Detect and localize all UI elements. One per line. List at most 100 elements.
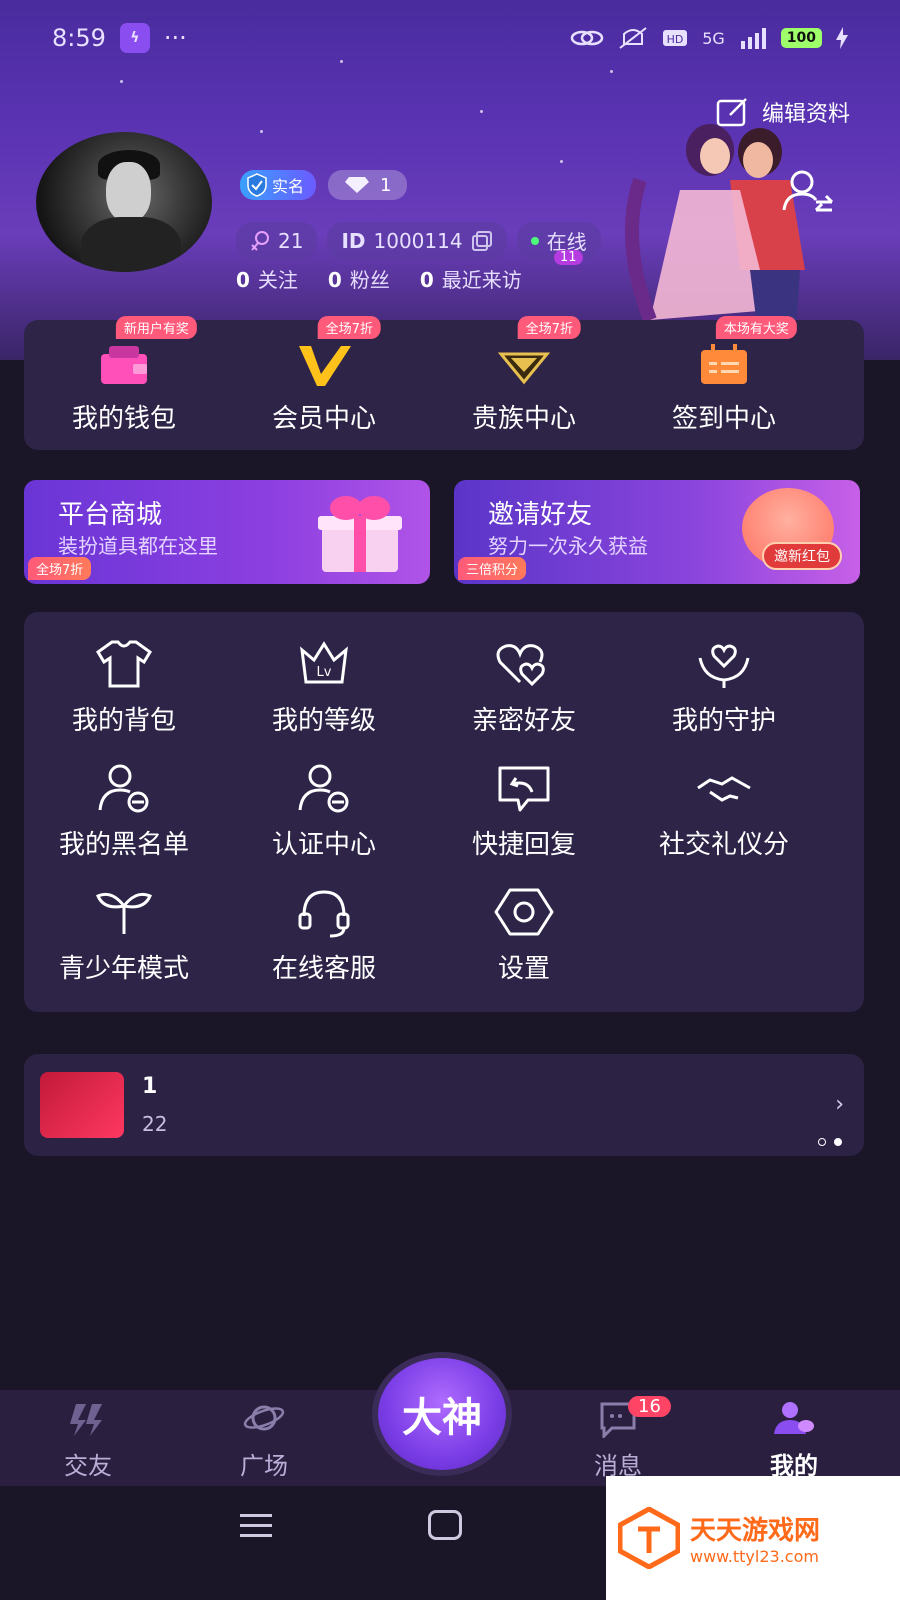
grid-item-quick-reply[interactable]: 快捷回复 (424, 762, 624, 886)
gift-box-icon (318, 496, 402, 572)
grid-item-backpack[interactable]: 我的背包 (24, 638, 224, 762)
id-value: 1000114 (373, 228, 463, 253)
home-icon[interactable] (428, 1510, 462, 1540)
wallet-promo-tag: 新用户有奖 (115, 316, 197, 339)
level-crown-icon: Lv (300, 641, 348, 684)
real-name-badge: 实名 (240, 170, 317, 200)
vip-v-icon (299, 346, 351, 386)
center-god-button[interactable]: 大神 (372, 1352, 512, 1476)
headset-icon (298, 890, 350, 938)
gender-female-icon (251, 230, 269, 251)
noble-center-label: 贵族中心 (471, 404, 576, 434)
mall-discount-tag: 全场7折 (28, 557, 92, 580)
vip-center-label: 会员中心 (271, 404, 376, 434)
planet-icon (243, 1405, 285, 1431)
features-grid-card: 我的背包 Lv 我的等级 亲密好友 我的守护 我的黑名单 认证中心 快捷回复 社… (24, 612, 864, 1012)
avatar[interactable] (36, 132, 212, 272)
grid-item-teen-mode[interactable]: 青少年模式 (24, 886, 224, 1010)
menu-icon[interactable] (238, 1512, 274, 1540)
svg-text:HD: HD (667, 33, 684, 46)
watermark-title: 天天游戏网 (690, 1516, 821, 1546)
chevron-right-icon[interactable]: › (835, 1092, 844, 1117)
grid-item-customer-service[interactable]: 在线客服 (224, 886, 424, 1010)
grid-item-level[interactable]: Lv 我的等级 (224, 638, 424, 762)
shield-check-icon (247, 173, 267, 197)
hd-icon: HD (663, 30, 688, 46)
grid-item-social-etiquette[interactable]: 社交礼仪分 (624, 762, 824, 886)
link-icon (570, 30, 604, 46)
vip-promo-tag: 全场7折 (317, 316, 381, 339)
wallet-label: 我的钱包 (71, 404, 176, 434)
wallet-entry[interactable]: 新用户有奖 我的钱包 (24, 316, 224, 450)
bolt-logo-icon (70, 1404, 102, 1436)
edit-icon (716, 98, 747, 127)
invite-friends-banner[interactable]: 邀请好友 努力一次永久获益 三倍积分 邀新红包 (454, 480, 860, 584)
carousel-dot-active (834, 1138, 842, 1146)
user-id-chip[interactable]: ID 1000114 (327, 222, 507, 259)
visitors-count-badge: 11 (554, 250, 583, 265)
app-notification-icon: ϟ (119, 23, 150, 53)
calendar-icon (701, 344, 747, 384)
stats-row: 0 关注 0 粉丝 0 最近来访 (236, 264, 522, 293)
noble-center-entry[interactable]: 全场7折 贵族中心 (424, 316, 624, 450)
tab-plaza[interactable]: 广场 (204, 1398, 324, 1484)
tab-make-friends[interactable]: 交友 (28, 1398, 148, 1484)
room-banner-card[interactable]: 1 22 › (24, 1054, 864, 1156)
diamond-badge: 1 (328, 170, 408, 200)
wallet-icon (101, 346, 147, 384)
room-name: 1 (142, 1074, 158, 1099)
invite-points-tag: 三倍积分 (458, 557, 527, 580)
shirt-icon (96, 640, 152, 688)
copy-icon[interactable] (471, 230, 493, 252)
mall-banner[interactable]: 平台商城 装扮道具都在这里 全场7折 (24, 480, 430, 584)
mute-icon (619, 27, 647, 49)
handshake-icon (697, 776, 751, 802)
carousel-indicator (818, 1138, 842, 1146)
site-watermark: 天天游戏网 www.ttyl23.com (606, 1476, 900, 1600)
online-dot-icon (530, 236, 539, 245)
grid-item-verification[interactable]: 认证中心 (224, 762, 424, 886)
user-verify-icon (298, 764, 349, 813)
user-block-icon (98, 764, 149, 813)
carousel-dot (818, 1138, 826, 1146)
messages-unread-badge: 16 (628, 1396, 671, 1417)
invite-redpacket-button[interactable]: 邀新红包 (762, 542, 842, 570)
diamond-icon (345, 177, 370, 193)
mall-subtitle: 装扮道具都在这里 (58, 534, 218, 558)
status-time: 8:59 (52, 24, 106, 52)
mall-title: 平台商城 (58, 500, 163, 530)
vip-center-entry[interactable]: 全场7折 会员中心 (224, 316, 424, 450)
checkin-center-entry[interactable]: 本场有大奖 签到中心 (624, 316, 824, 450)
invite-subtitle: 努力一次永久获益 (488, 534, 648, 558)
user-badges: 实名 1 (240, 170, 408, 200)
signal-icon (740, 28, 766, 49)
status-bar: 8:59 ϟ ··· HD 5G 100 (52, 18, 848, 58)
switch-account-icon[interactable] (782, 168, 834, 214)
grid-item-guardian[interactable]: 我的守护 (624, 638, 824, 762)
room-subtitle: 22 (142, 1112, 168, 1136)
visitors-stat[interactable]: 0 最近来访 (420, 264, 522, 293)
fans-stat[interactable]: 0 粉丝 (328, 264, 390, 293)
watermark-logo-icon (618, 1507, 680, 1569)
edit-profile-label: 编辑资料 (761, 102, 850, 127)
settings-hex-icon (494, 888, 554, 936)
user-info-row: 21 ID 1000114 在线 (236, 222, 601, 259)
tab-mine[interactable]: 我的 (734, 1398, 854, 1484)
follow-stat[interactable]: 0 关注 (236, 264, 298, 293)
quick-entry-card: 新用户有奖 我的钱包 全场7折 会员中心 全场7折 贵族中心 本场有大奖 签到中… (24, 316, 864, 450)
sprout-icon (96, 892, 152, 934)
id-label: ID (341, 228, 366, 253)
invite-title: 邀请好友 (488, 500, 593, 530)
noble-promo-tag: 全场7折 (517, 316, 581, 339)
grid-item-blacklist[interactable]: 我的黑名单 (24, 762, 224, 886)
reply-bubble-icon (498, 766, 550, 812)
noble-crown-icon (497, 352, 551, 385)
grid-item-settings[interactable]: 设置 (424, 886, 624, 1010)
checkin-promo-tag: 本场有大奖 (715, 316, 797, 339)
charging-icon (836, 27, 848, 49)
grid-item-close-friends[interactable]: 亲密好友 (424, 638, 624, 762)
edit-profile-button[interactable]: 编辑资料 (716, 96, 850, 128)
guard-hands-heart-icon (698, 644, 750, 688)
network-type: 5G (702, 28, 725, 48)
watermark-url: www.ttyl23.com (690, 1547, 819, 1566)
